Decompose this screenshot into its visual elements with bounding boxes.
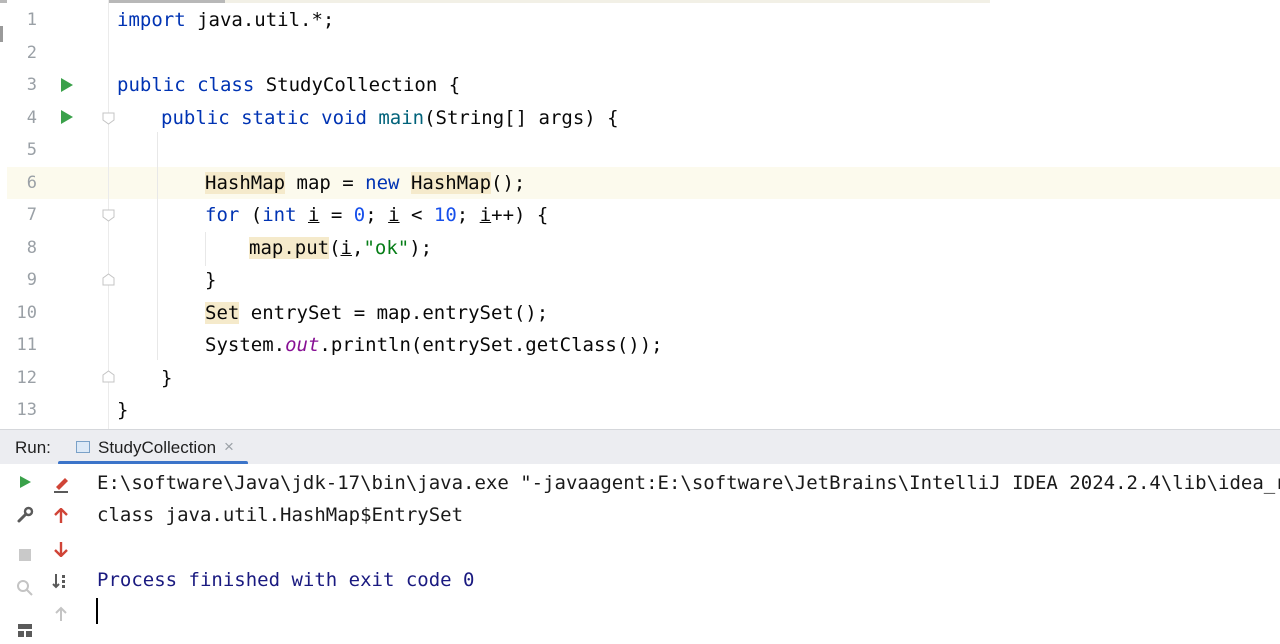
code-line-12: } [161, 367, 173, 389]
indent-guide [157, 132, 158, 360]
unfold-end-icon[interactable] [102, 273, 115, 286]
code-text: map = [285, 172, 366, 194]
rerun-icon[interactable] [10, 468, 40, 496]
method-name: main [366, 107, 425, 129]
keyword: public static void [161, 107, 367, 129]
run-toolbar-primary [10, 464, 40, 637]
run-main-gutter-icon[interactable] [61, 110, 73, 124]
current-line-highlight [7, 167, 1280, 199]
raw-type-highlight: HashMap [205, 172, 286, 194]
code-line-1: import java.util.*; [117, 9, 334, 31]
scroll-up-icon[interactable] [46, 502, 76, 530]
code-text: ( [329, 237, 341, 259]
code-text: entrySet = map.entrySet(); [239, 302, 549, 324]
code-line-6: HashMap map = new HashMap(); [205, 172, 525, 194]
run-toolbar-secondary [46, 464, 76, 636]
loop-variable: i [388, 204, 400, 226]
close-tab-icon[interactable]: × [224, 437, 234, 457]
code-text: ; [456, 204, 480, 226]
code-text: ; [365, 204, 389, 226]
line-number: 7 [26, 205, 37, 225]
code-text: = [319, 204, 354, 226]
run-panel-header: Run: StudyCollection × [0, 429, 1280, 465]
line-number: 13 [16, 400, 37, 420]
keyword: int [262, 204, 297, 226]
run-panel-label: Run: [15, 438, 51, 457]
string-literal: "ok" [363, 237, 410, 259]
console-text-cursor[interactable] [96, 598, 98, 624]
code-text: (String[] args) { [424, 107, 619, 129]
line-number: 4 [26, 108, 37, 128]
loop-variable: i [479, 204, 492, 226]
scroll-down-icon[interactable] [46, 535, 76, 563]
code-text: System. [205, 334, 286, 356]
code-line-7: for (int i = 0; i < 10; i++) { [205, 204, 548, 226]
tab-study-collection[interactable]: StudyCollection × [58, 430, 248, 465]
pin-icon[interactable] [46, 600, 76, 628]
console-output-line: class java.util.HashMap$EntrySet [97, 504, 464, 526]
code-text: ( [239, 204, 263, 226]
code-text: < [399, 204, 434, 226]
loop-variable: i [308, 204, 320, 226]
line-number: 12 [16, 368, 37, 388]
left-edge-marker [0, 26, 3, 42]
code-editor[interactable]: 1 2 3 4 5 6 7 8 9 10 11 12 13 import jav… [0, 0, 1280, 429]
console-exit-message: Process finished with exit code 0 [97, 569, 475, 591]
line-number: 8 [26, 238, 37, 258]
line-number: 3 [26, 75, 37, 95]
number-literal: 10 [433, 204, 457, 226]
tab-label: StudyCollection [98, 438, 217, 457]
layout-icon[interactable] [10, 616, 40, 644]
run-class-gutter-icon[interactable] [61, 78, 73, 92]
code-line-10: Set entrySet = map.entrySet(); [205, 302, 548, 324]
code-line-11: System.out.println(entrySet.getClass()); [205, 334, 663, 356]
horizontal-scrollbar[interactable] [0, 0, 990, 3]
loop-variable: i [340, 237, 352, 259]
code-line-4: public static void main(String[] args) { [161, 107, 619, 129]
code-text: ++) { [491, 204, 549, 226]
keyword: import [117, 9, 186, 31]
code-line-9: } [205, 269, 217, 291]
line-number: 6 [26, 173, 37, 193]
line-number: 9 [26, 270, 37, 290]
wrench-icon[interactable] [10, 501, 40, 529]
code-line-3: public class StudyCollection { [117, 74, 460, 96]
clear-output-icon[interactable] [46, 470, 76, 498]
number-literal: 0 [353, 204, 366, 226]
code-text: java.util.*; [185, 9, 335, 31]
sort-icon[interactable] [46, 567, 76, 595]
raw-type-highlight: HashMap [410, 172, 492, 194]
indent-guide [205, 232, 206, 266]
run-panel: E:\software\Java\jdk-17\bin\java.exe "-j… [0, 464, 1280, 637]
fold-icon[interactable] [102, 209, 115, 222]
debug-search-icon[interactable] [10, 574, 40, 602]
line-number: 11 [16, 335, 37, 355]
line-number: 5 [26, 140, 37, 160]
code-text: .println(entrySet.getClass()); [319, 334, 663, 356]
fold-icon[interactable] [102, 112, 115, 125]
code-line-13: } [117, 399, 129, 421]
code-line-8: map.put(i,"ok"); [249, 237, 432, 259]
code-text: ); [409, 237, 433, 259]
code-text: , [351, 237, 364, 259]
console-tab-icon [76, 441, 90, 453]
static-field: out [285, 334, 320, 356]
keyword: public class [117, 74, 255, 96]
code-text: (); [491, 172, 526, 194]
unfold-end-icon[interactable] [102, 370, 115, 383]
line-number: 2 [26, 43, 37, 63]
line-number: 1 [26, 10, 37, 30]
code-text: StudyCollection { [254, 74, 461, 96]
line-number: 10 [16, 303, 37, 323]
keyword: for [205, 204, 240, 226]
keyword: new [365, 172, 400, 194]
console-command-line: E:\software\Java\jdk-17\bin\java.exe "-j… [97, 472, 1280, 494]
raw-type-highlight: Set [205, 302, 240, 324]
unchecked-call-highlight: map.put [249, 237, 330, 259]
stop-icon[interactable] [10, 541, 40, 569]
